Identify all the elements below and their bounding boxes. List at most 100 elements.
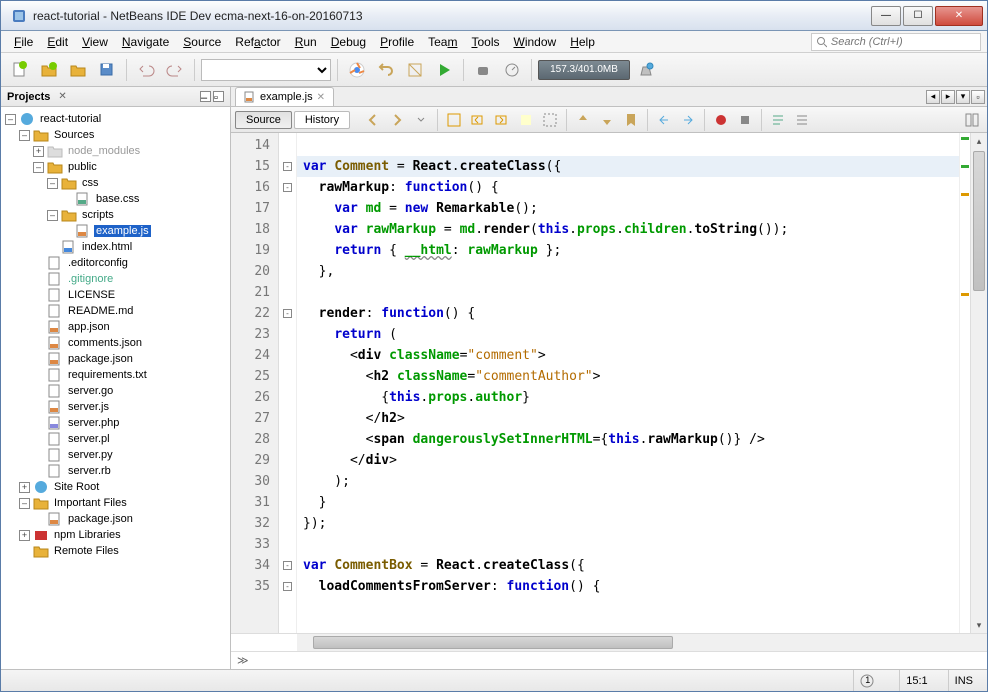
projects-tab-close-icon[interactable]: ✕ [58, 91, 66, 102]
fold-column[interactable]: ----- [279, 133, 297, 633]
tree-requirements[interactable]: requirements.txt [1, 367, 230, 383]
cursor-position[interactable]: 15:1 [899, 670, 933, 691]
panel-minimize-icon[interactable]: – [200, 91, 211, 102]
menu-debug[interactable]: Debug [324, 33, 373, 51]
toggle-rect-selection-button[interactable] [539, 109, 561, 131]
tree-css[interactable]: –css [1, 175, 230, 191]
tree-npm-libs[interactable]: +npm Libraries [1, 527, 230, 543]
quick-search[interactable] [811, 33, 981, 51]
tree-index-html[interactable]: index.html [1, 239, 230, 255]
menu-edit[interactable]: Edit [40, 33, 75, 51]
comment-button[interactable] [767, 109, 789, 131]
clean-build-button[interactable] [402, 57, 428, 83]
tree-important-files[interactable]: –Important Files [1, 495, 230, 511]
history-tab[interactable]: History [294, 111, 350, 129]
prev-bookmark-button[interactable] [572, 109, 594, 131]
nav-back-button[interactable] [362, 109, 384, 131]
menu-refactor[interactable]: Refactor [228, 33, 287, 51]
horizontal-scrollbar[interactable] [231, 633, 987, 651]
tree-remote-files[interactable]: Remote Files [1, 543, 230, 559]
gc-button[interactable] [633, 57, 659, 83]
close-button[interactable]: ✕ [935, 6, 983, 26]
tree-gitignore[interactable]: .gitignore [1, 271, 230, 287]
menu-file[interactable]: File [7, 33, 40, 51]
menu-view[interactable]: View [75, 33, 115, 51]
menu-source[interactable]: Source [176, 33, 228, 51]
titlebar[interactable]: react-tutorial - NetBeans IDE Dev ecma-n… [1, 1, 987, 31]
menu-window[interactable]: Window [507, 33, 564, 51]
menu-run[interactable]: Run [288, 33, 324, 51]
find-prev-button[interactable] [467, 109, 489, 131]
tree-package-json-2[interactable]: package.json [1, 511, 230, 527]
project-tree[interactable]: –react-tutorial –Sources +node_modules –… [1, 107, 230, 669]
tree-readme[interactable]: README.md [1, 303, 230, 319]
debug-button[interactable] [470, 57, 496, 83]
panel-restore-icon[interactable]: ▫ [213, 91, 224, 102]
source-tab[interactable]: Source [235, 111, 292, 129]
shift-right-button[interactable] [677, 109, 699, 131]
insert-mode[interactable]: INS [948, 670, 979, 691]
shift-left-button[interactable] [653, 109, 675, 131]
tree-project-root[interactable]: –react-tutorial [1, 111, 230, 127]
build-button[interactable] [373, 57, 399, 83]
minimize-button[interactable]: — [871, 6, 901, 26]
search-input[interactable] [831, 36, 976, 48]
browser-select-button[interactable] [344, 57, 370, 83]
find-selection-button[interactable] [443, 109, 465, 131]
open-project-button[interactable] [65, 57, 91, 83]
notifications-button[interactable]: 1 [853, 670, 885, 691]
tab-scroll-right-icon[interactable]: ▸ [941, 90, 955, 104]
file-tab-close-icon[interactable]: ✕ [317, 92, 325, 103]
config-dropdown[interactable] [201, 59, 331, 81]
breadcrumb-bar[interactable]: ≫ [231, 651, 987, 669]
toggle-bookmark-button[interactable] [620, 109, 642, 131]
tab-maximize-icon[interactable]: ▫ [971, 90, 985, 104]
new-project-button[interactable] [36, 57, 62, 83]
menu-navigate[interactable]: Navigate [115, 33, 176, 51]
tree-server-php[interactable]: server.php [1, 415, 230, 431]
error-stripe[interactable] [959, 133, 970, 633]
macro-record-button[interactable] [710, 109, 732, 131]
file-tab-example-js[interactable]: example.js ✕ [235, 87, 334, 106]
menu-profile[interactable]: Profile [373, 33, 421, 51]
code-area[interactable]: var Comment = React.createClass({ rawMar… [297, 133, 959, 633]
memory-widget[interactable]: 157.3/401.0MB [538, 60, 630, 80]
nav-dropdown-button[interactable] [410, 109, 432, 131]
tree-node-modules[interactable]: +node_modules [1, 143, 230, 159]
tree-example-js[interactable]: example.js [1, 223, 230, 239]
nav-forward-button[interactable] [386, 109, 408, 131]
line-number-gutter[interactable]: 1415161718192021222324252627282930313233… [231, 133, 279, 633]
vertical-scrollbar[interactable]: ▴ ▾ [970, 133, 987, 633]
tree-server-rb[interactable]: server.rb [1, 463, 230, 479]
run-button[interactable] [431, 57, 457, 83]
macro-stop-button[interactable] [734, 109, 756, 131]
tab-list-icon[interactable]: ▾ [956, 90, 970, 104]
menu-help[interactable]: Help [563, 33, 602, 51]
undo-button[interactable] [133, 57, 159, 83]
tree-server-js[interactable]: server.js [1, 399, 230, 415]
tree-site-root[interactable]: +Site Root [1, 479, 230, 495]
tree-server-py[interactable]: server.py [1, 447, 230, 463]
new-file-button[interactable] [7, 57, 33, 83]
projects-tab[interactable]: Projects ✕ – ▫ [1, 87, 230, 107]
tree-comments-json[interactable]: comments.json [1, 335, 230, 351]
tab-scroll-left-icon[interactable]: ◂ [926, 90, 940, 104]
menu-team[interactable]: Team [421, 33, 464, 51]
save-all-button[interactable] [94, 57, 120, 83]
tree-scripts[interactable]: –scripts [1, 207, 230, 223]
tree-sources[interactable]: –Sources [1, 127, 230, 143]
tree-package-json[interactable]: package.json [1, 351, 230, 367]
tree-server-pl[interactable]: server.pl [1, 431, 230, 447]
tree-app-json[interactable]: app.json [1, 319, 230, 335]
redo-button[interactable] [162, 57, 188, 83]
profile-button[interactable] [499, 57, 525, 83]
tree-base-css[interactable]: base.css [1, 191, 230, 207]
tree-license[interactable]: LICENSE [1, 287, 230, 303]
scrollbar-thumb[interactable] [973, 151, 985, 291]
tree-public[interactable]: –public [1, 159, 230, 175]
maximize-button[interactable]: ☐ [903, 6, 933, 26]
find-next-button[interactable] [491, 109, 513, 131]
uncomment-button[interactable] [791, 109, 813, 131]
toggle-highlight-button[interactable] [515, 109, 537, 131]
split-view-button[interactable] [961, 109, 983, 131]
